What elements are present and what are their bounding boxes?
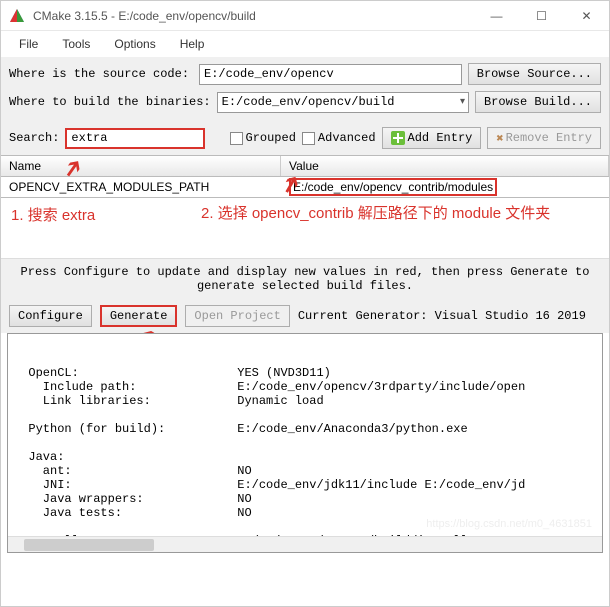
minimize-button[interactable]: — bbox=[474, 1, 519, 31]
generate-button[interactable]: Generate bbox=[100, 305, 178, 327]
x-icon: ✖ bbox=[496, 131, 503, 146]
grouped-checkbox[interactable]: Grouped bbox=[230, 131, 296, 145]
menu-tools[interactable]: Tools bbox=[52, 33, 100, 55]
annotation-1: 1. 搜索 extra bbox=[11, 204, 95, 225]
source-label: Where is the source code: bbox=[9, 67, 189, 81]
search-label: Search: bbox=[9, 131, 59, 145]
browse-build-button[interactable]: Browse Build... bbox=[475, 91, 601, 113]
build-label: Where to build the binaries: bbox=[9, 95, 211, 109]
app-icon bbox=[9, 8, 25, 24]
advanced-checkbox[interactable]: Advanced bbox=[302, 131, 376, 145]
source-path-input[interactable] bbox=[199, 64, 462, 85]
plus-icon bbox=[391, 131, 405, 145]
col-value-header[interactable]: Value bbox=[281, 156, 609, 176]
output-log[interactable]: OpenCL: YES (NVD3D11) Include path: E:/c… bbox=[7, 333, 603, 553]
menu-bar: File Tools Options Help bbox=[1, 31, 609, 57]
close-button[interactable]: ✕ bbox=[564, 1, 609, 31]
horizontal-scrollbar[interactable] bbox=[8, 536, 602, 552]
remove-entry-button[interactable]: ✖ Remove Entry bbox=[487, 127, 601, 149]
maximize-button[interactable]: ☐ bbox=[519, 1, 564, 31]
annotation-2: 2. 选择 opencv_contrib 解压路径下的 module 文件夹 bbox=[201, 204, 581, 224]
hint-text: Press Configure to update and display ne… bbox=[1, 258, 609, 299]
row-value: E:/code_env/opencv_contrib/modules bbox=[289, 180, 601, 194]
row-name: OPENCV_EXTRA_MODULES_PATH bbox=[9, 180, 289, 194]
configure-button[interactable]: Configure bbox=[9, 305, 92, 327]
watermark: https://blog.csdn.net/m0_4631851 bbox=[426, 518, 592, 530]
scrollbar-thumb[interactable] bbox=[24, 539, 154, 551]
menu-file[interactable]: File bbox=[9, 33, 48, 55]
col-name-header[interactable]: Name bbox=[1, 156, 281, 176]
browse-source-button[interactable]: Browse Source... bbox=[468, 63, 601, 85]
window-title: CMake 3.15.5 - E:/code_env/opencv/build bbox=[33, 9, 256, 23]
menu-help[interactable]: Help bbox=[170, 33, 215, 55]
title-bar: CMake 3.15.5 - E:/code_env/opencv/build … bbox=[1, 1, 609, 31]
current-generator-label: Current Generator: Visual Studio 16 2019 bbox=[298, 309, 586, 323]
search-input[interactable] bbox=[65, 128, 205, 149]
build-path-combo[interactable] bbox=[217, 92, 469, 113]
menu-options[interactable]: Options bbox=[104, 33, 165, 55]
open-project-button[interactable]: Open Project bbox=[185, 305, 289, 327]
add-entry-button[interactable]: Add Entry bbox=[382, 127, 482, 149]
config-table: Name Value OPENCV_EXTRA_MODULES_PATH E:/… bbox=[1, 155, 609, 198]
